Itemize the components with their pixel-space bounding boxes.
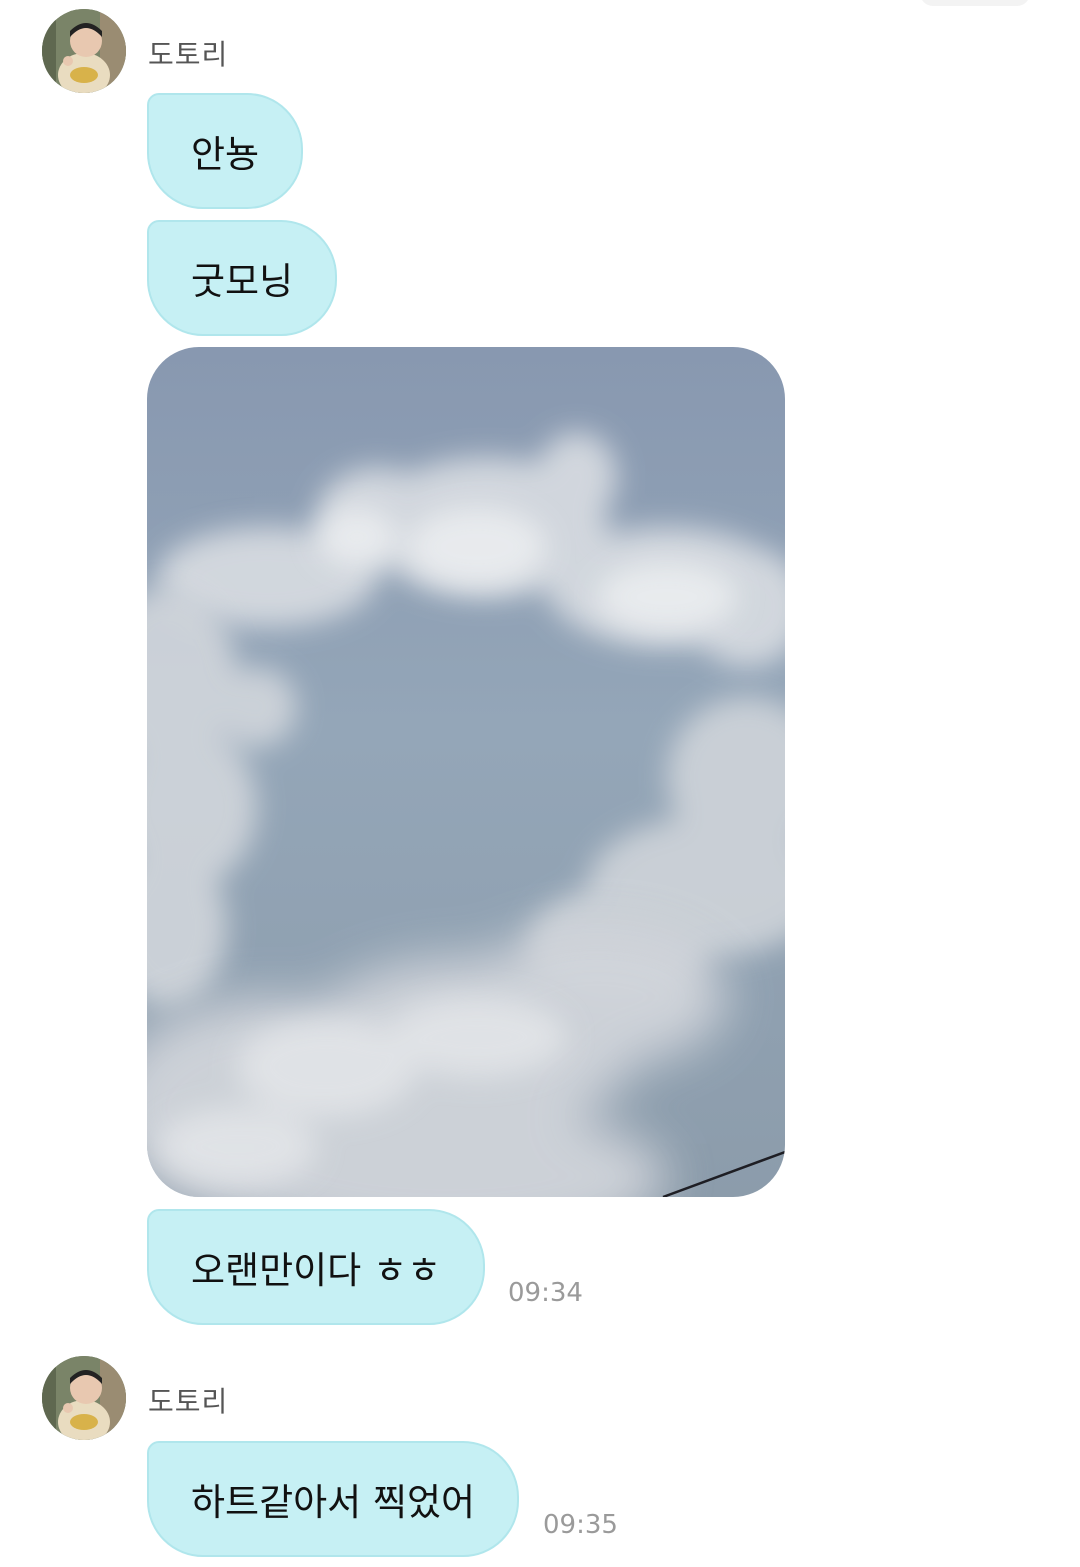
message-text: 안뇽: [191, 133, 260, 176]
message-timestamp: 09:34: [508, 1278, 583, 1308]
sender-avatar[interactable]: [42, 1356, 126, 1440]
message-text: 오랜만이다 ㅎㅎ: [191, 1249, 442, 1292]
message-bubble[interactable]: 굿모닝: [147, 220, 338, 336]
message-timestamp: 09:35: [543, 1510, 618, 1540]
sender-name: 도토리: [148, 1385, 229, 1418]
avatar-photo-icon: [42, 1356, 126, 1440]
message-text: 굿모닝: [191, 260, 294, 303]
message-text: 하트같아서 찍었어: [191, 1481, 476, 1524]
chat-room: 도토리 안뇽 굿모닝 오랜만이다 ㅎㅎ 09:34 도토리 하트같아서 찍었어 …: [0, 0, 1080, 1567]
sender-avatar[interactable]: [42, 9, 126, 93]
avatar-photo-icon: [42, 9, 126, 93]
message-bubble[interactable]: 하트같아서 찍었어: [147, 1441, 520, 1557]
sky-clouds-image: [147, 347, 785, 1197]
message-bubble[interactable]: 오랜만이다 ㅎㅎ: [147, 1209, 486, 1325]
photo-message[interactable]: [147, 347, 785, 1197]
message-bubble[interactable]: 안뇽: [147, 93, 304, 209]
top-overlay-chip: [920, 0, 1030, 6]
sender-name: 도토리: [148, 38, 229, 71]
